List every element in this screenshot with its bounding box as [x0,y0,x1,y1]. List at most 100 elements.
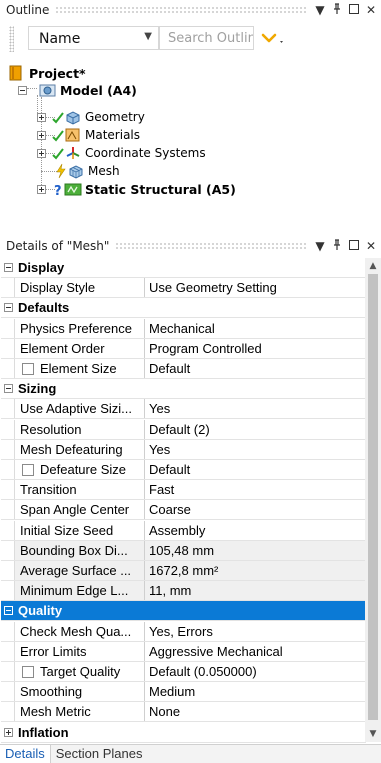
group-header-quality[interactable]: Quality [1,601,366,621]
property-label-text: Transition [20,482,77,497]
property-row[interactable]: Mesh Defeaturing Yes [1,440,366,460]
outline-toolbar: Name ▼ [0,20,381,64]
tree-item-model[interactable]: Model (A4) [18,81,137,99]
property-row[interactable]: Transition Fast [1,480,366,500]
tree-item-project[interactable]: Project* [8,64,86,82]
tree-item-static-structural[interactable]: ? Static Structural (A5) [37,180,236,199]
expand-toggle[interactable] [37,130,46,140]
checkmark-icon [52,109,64,125]
property-label: Transition [15,480,145,499]
property-row[interactable]: Bounding Box Di... 105,48 mm [1,541,366,561]
property-row[interactable]: Check Mesh Qua... Yes, Errors [1,622,366,642]
pin-icon[interactable] [330,238,344,254]
name-filter-select[interactable]: Name ▼ [28,26,159,50]
property-value[interactable]: Yes [145,399,366,418]
property-value[interactable]: Default [145,460,366,479]
property-value[interactable]: Mechanical [145,319,366,338]
property-row[interactable]: Resolution Default (2) [1,420,366,440]
dropdown-arrow-icon[interactable]: ▼ [313,3,327,17]
scroll-down-icon[interactable]: ▼ [365,726,381,742]
property-label: Error Limits [15,642,145,661]
property-row[interactable]: Minimum Edge L... 11, mm [1,581,366,601]
group-label: Inflation [18,725,69,740]
expand-toggle[interactable] [37,148,46,158]
scroll-thumb[interactable] [368,274,378,720]
group-header-inflation[interactable]: Inflation [1,723,366,743]
row-gutter [1,662,15,681]
maximize-icon[interactable] [347,239,361,253]
property-label-text: Smoothing [20,684,83,699]
property-value[interactable]: Yes, Errors [145,622,366,641]
pin-icon[interactable] [330,2,344,18]
dropdown-arrow-icon[interactable]: ▼ [313,239,327,253]
property-label-text: Display Style [20,280,96,295]
question-mark-icon: ? [52,181,64,199]
group-toggle[interactable] [1,263,15,272]
details-title: Details of "Mesh" [6,239,110,253]
search-options-button[interactable] [258,26,288,50]
tree-item-coordinate-systems[interactable]: Coordinate Systems [37,144,206,162]
property-row[interactable]: Use Adaptive Sizi... Yes [1,399,366,419]
property-row[interactable]: Element Size Default [1,359,366,379]
maximize-icon[interactable] [347,3,361,17]
group-toggle[interactable] [1,728,15,737]
details-scrollbar[interactable]: ▲ ▼ [365,258,381,742]
property-value[interactable]: Medium [145,682,366,701]
property-value[interactable]: None [145,702,366,721]
property-row[interactable]: Error Limits Aggressive Mechanical [1,642,366,662]
group-header-sizing[interactable]: Sizing [1,379,366,399]
titlebar-grip[interactable] [55,5,307,15]
property-row[interactable]: Defeature Size Default [1,460,366,480]
property-row[interactable]: Target Quality Default (0.050000) [1,662,366,682]
property-row[interactable]: Initial Size Seed Assembly [1,521,366,541]
property-value[interactable]: Program Controlled [145,339,366,358]
expand-toggle[interactable] [37,184,46,194]
scroll-up-icon[interactable]: ▲ [365,258,381,274]
property-row[interactable]: Physics Preference Mechanical [1,319,366,339]
property-value[interactable]: Coarse [145,500,366,519]
property-row[interactable]: Mesh Metric None [1,702,366,722]
tab-section-planes[interactable]: Section Planes [51,745,148,763]
property-value[interactable]: Assembly [145,521,366,540]
property-row[interactable]: Average Surface ... 1672,8 mm² [1,561,366,581]
group-header-display[interactable]: Display [1,258,366,278]
property-value: 11, mm [145,581,366,600]
toolbar-grip[interactable] [9,26,14,52]
row-gutter [1,278,15,297]
close-icon[interactable]: ✕ [364,3,378,17]
tree-label-static-structural: Static Structural (A5) [85,181,236,197]
property-value[interactable]: Fast [145,480,366,499]
parameter-checkbox[interactable] [22,665,34,678]
property-value[interactable]: Default (0.050000) [145,662,366,681]
group-header-defaults[interactable]: Defaults [1,298,366,318]
group-toggle[interactable] [1,606,15,615]
tree-item-mesh[interactable]: Mesh [55,162,120,180]
property-value[interactable]: Aggressive Mechanical [145,642,366,661]
search-outline-input[interactable] [159,26,254,50]
property-label: Initial Size Seed [15,521,145,540]
group-toggle[interactable] [1,303,15,312]
group-toggle[interactable] [1,384,15,393]
group-label: Display [18,260,65,275]
parameter-checkbox[interactable] [22,362,34,375]
property-row[interactable]: Display Style Use Geometry Setting [1,278,366,298]
property-value[interactable]: Yes [145,440,366,459]
tab-details[interactable]: Details [0,745,51,763]
property-value[interactable]: Default [145,359,366,378]
property-value[interactable]: Default (2) [145,420,366,439]
parameter-checkbox[interactable] [22,463,34,476]
row-gutter [1,581,15,600]
expand-toggle[interactable] [37,112,46,122]
close-icon[interactable]: ✕ [364,239,378,253]
outline-tree: Project* Model (A4) Geometry Materials C… [0,64,381,199]
collapse-toggle[interactable] [18,85,27,95]
property-label: Display Style [15,278,145,297]
titlebar-grip[interactable] [115,241,307,251]
tree-item-materials[interactable]: Materials [37,126,140,144]
property-label-text: Bounding Box Di... [20,543,128,558]
property-row[interactable]: Element Order Program Controlled [1,339,366,359]
tree-item-geometry[interactable]: Geometry [37,108,145,126]
property-row[interactable]: Span Angle Center Coarse [1,500,366,520]
property-row[interactable]: Smoothing Medium [1,682,366,702]
property-value[interactable]: Use Geometry Setting [145,278,366,297]
